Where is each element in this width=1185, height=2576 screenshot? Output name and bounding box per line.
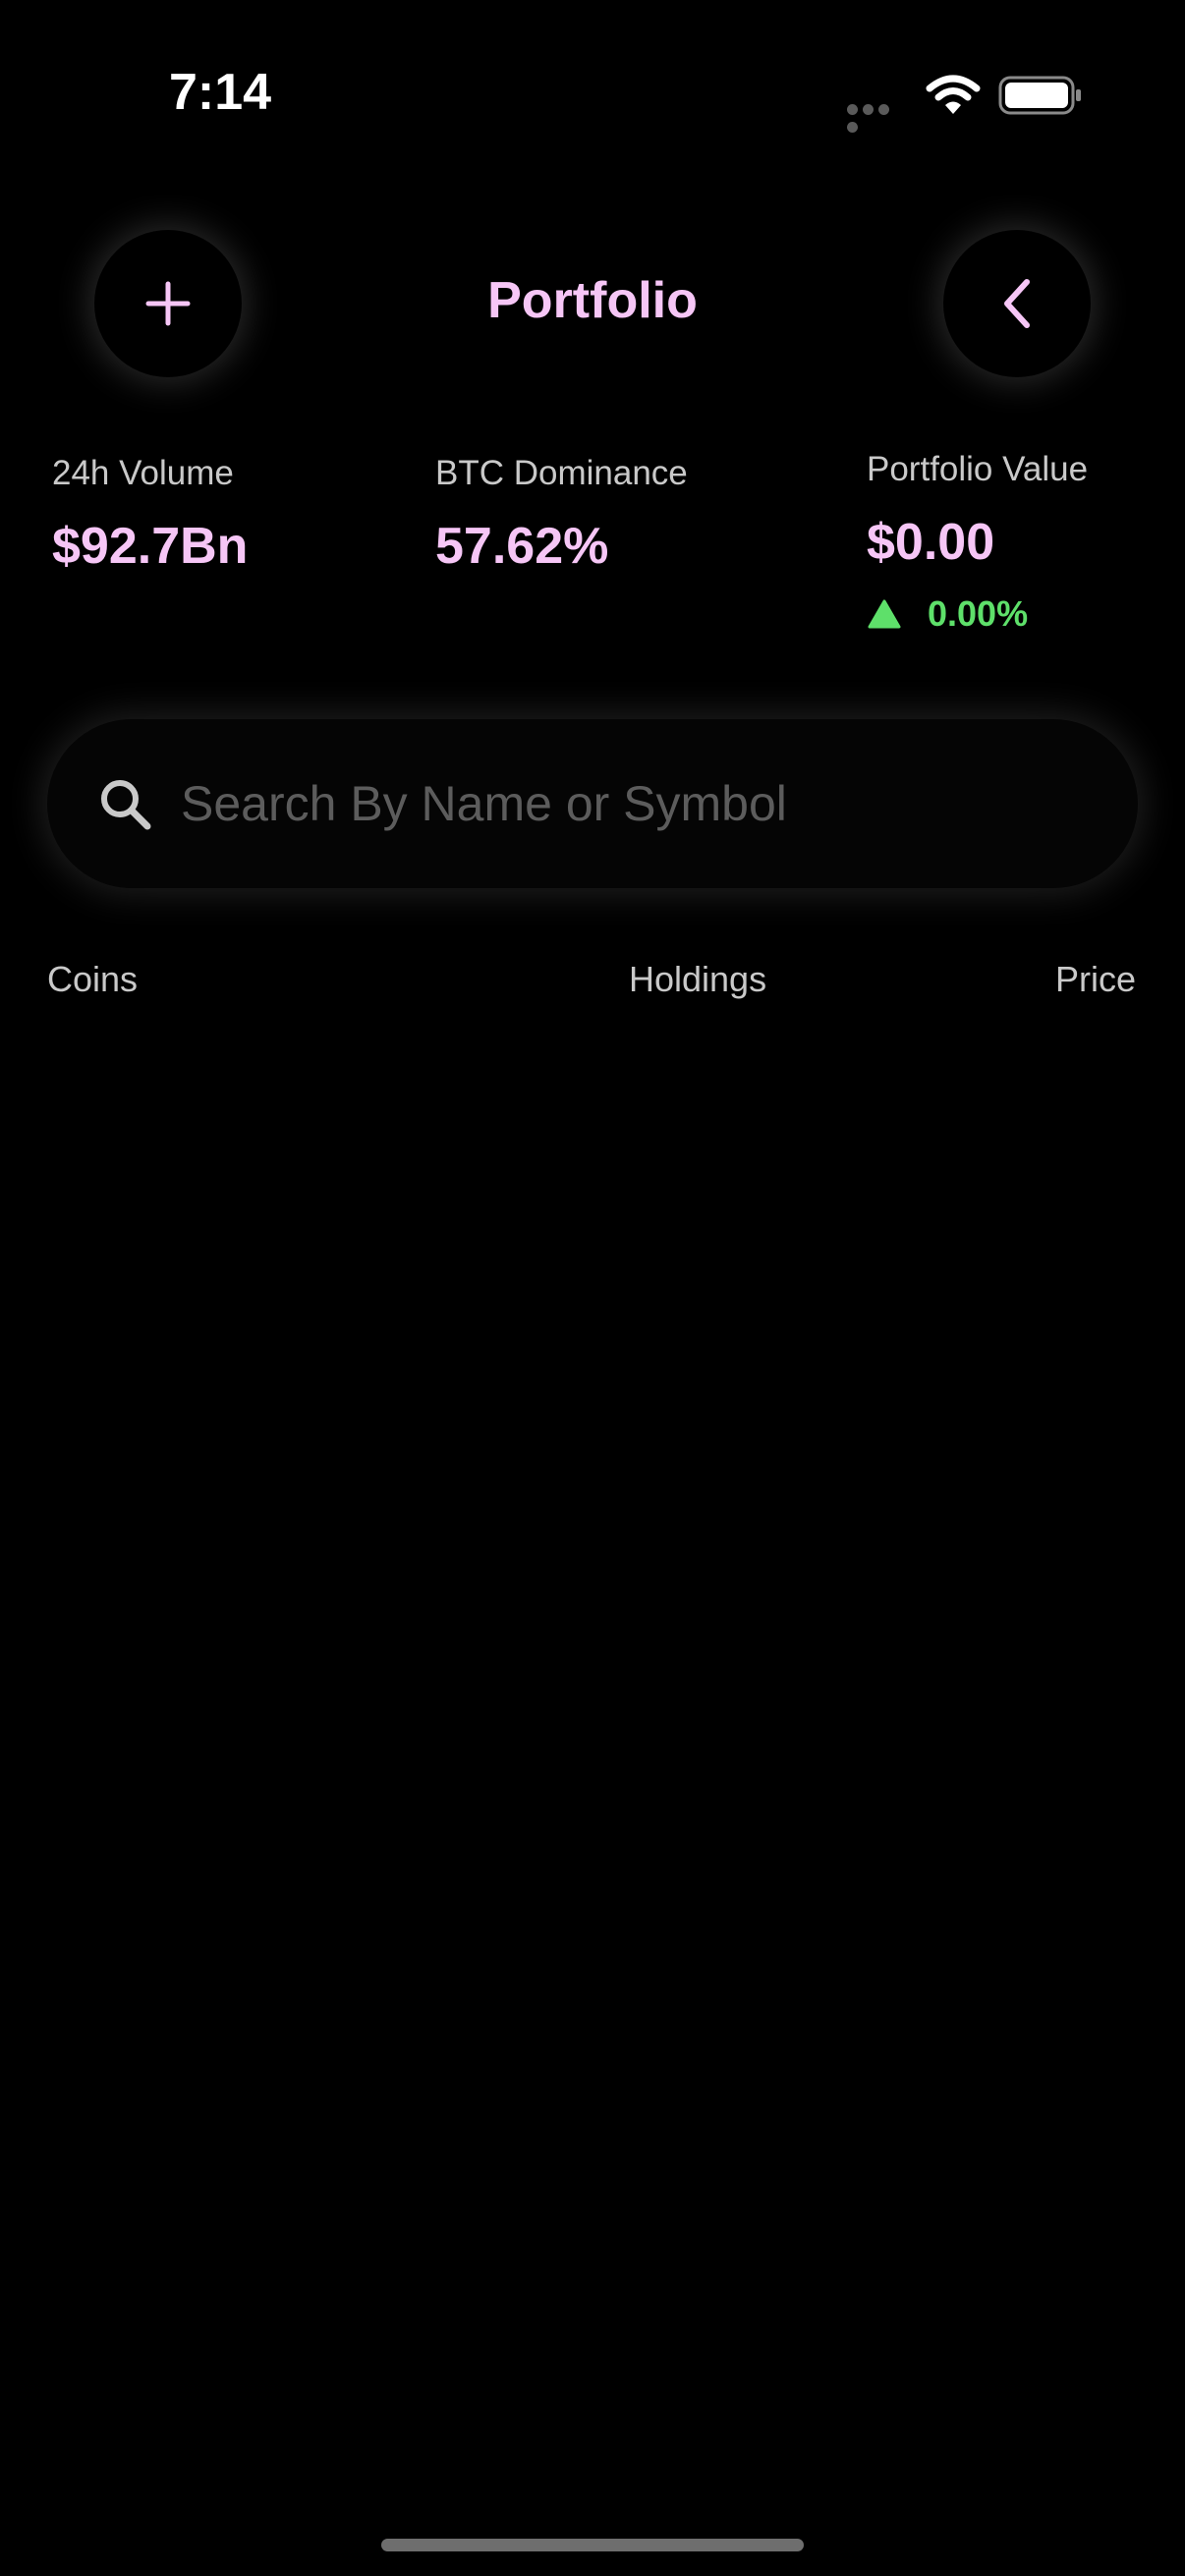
- home-indicator: [381, 2539, 804, 2551]
- column-header-price[interactable]: Price: [1055, 959, 1136, 1000]
- triangle-up-icon: [868, 599, 901, 629]
- stat-label-24h-volume: 24h Volume: [52, 454, 234, 492]
- search-input[interactable]: [179, 754, 1067, 854]
- stat-label-btc-dominance: BTC Dominance: [435, 454, 688, 492]
- stat-label-portfolio-value: Portfolio Value: [867, 450, 1089, 488]
- column-header-coins[interactable]: Coins: [47, 959, 138, 1000]
- wifi-icon: [926, 75, 981, 114]
- stat-value-btc-dominance: 57.62%: [435, 518, 609, 575]
- status-time: 7:14: [169, 64, 272, 121]
- back-button[interactable]: [943, 230, 1091, 377]
- stat-value-24h-volume: $92.7Bn: [52, 518, 249, 575]
- search-bar[interactable]: [47, 719, 1138, 888]
- portfolio-change: 0.00%: [867, 593, 1028, 635]
- portfolio-change-percent: 0.00%: [928, 593, 1029, 634]
- signal-dots-icon: [847, 102, 908, 133]
- column-header-holdings[interactable]: Holdings: [629, 959, 766, 1000]
- chevron-left-icon: [1004, 279, 1030, 328]
- search-icon: [101, 780, 151, 830]
- battery-icon: [998, 76, 1081, 115]
- stat-value-portfolio-value: $0.00: [867, 514, 995, 571]
